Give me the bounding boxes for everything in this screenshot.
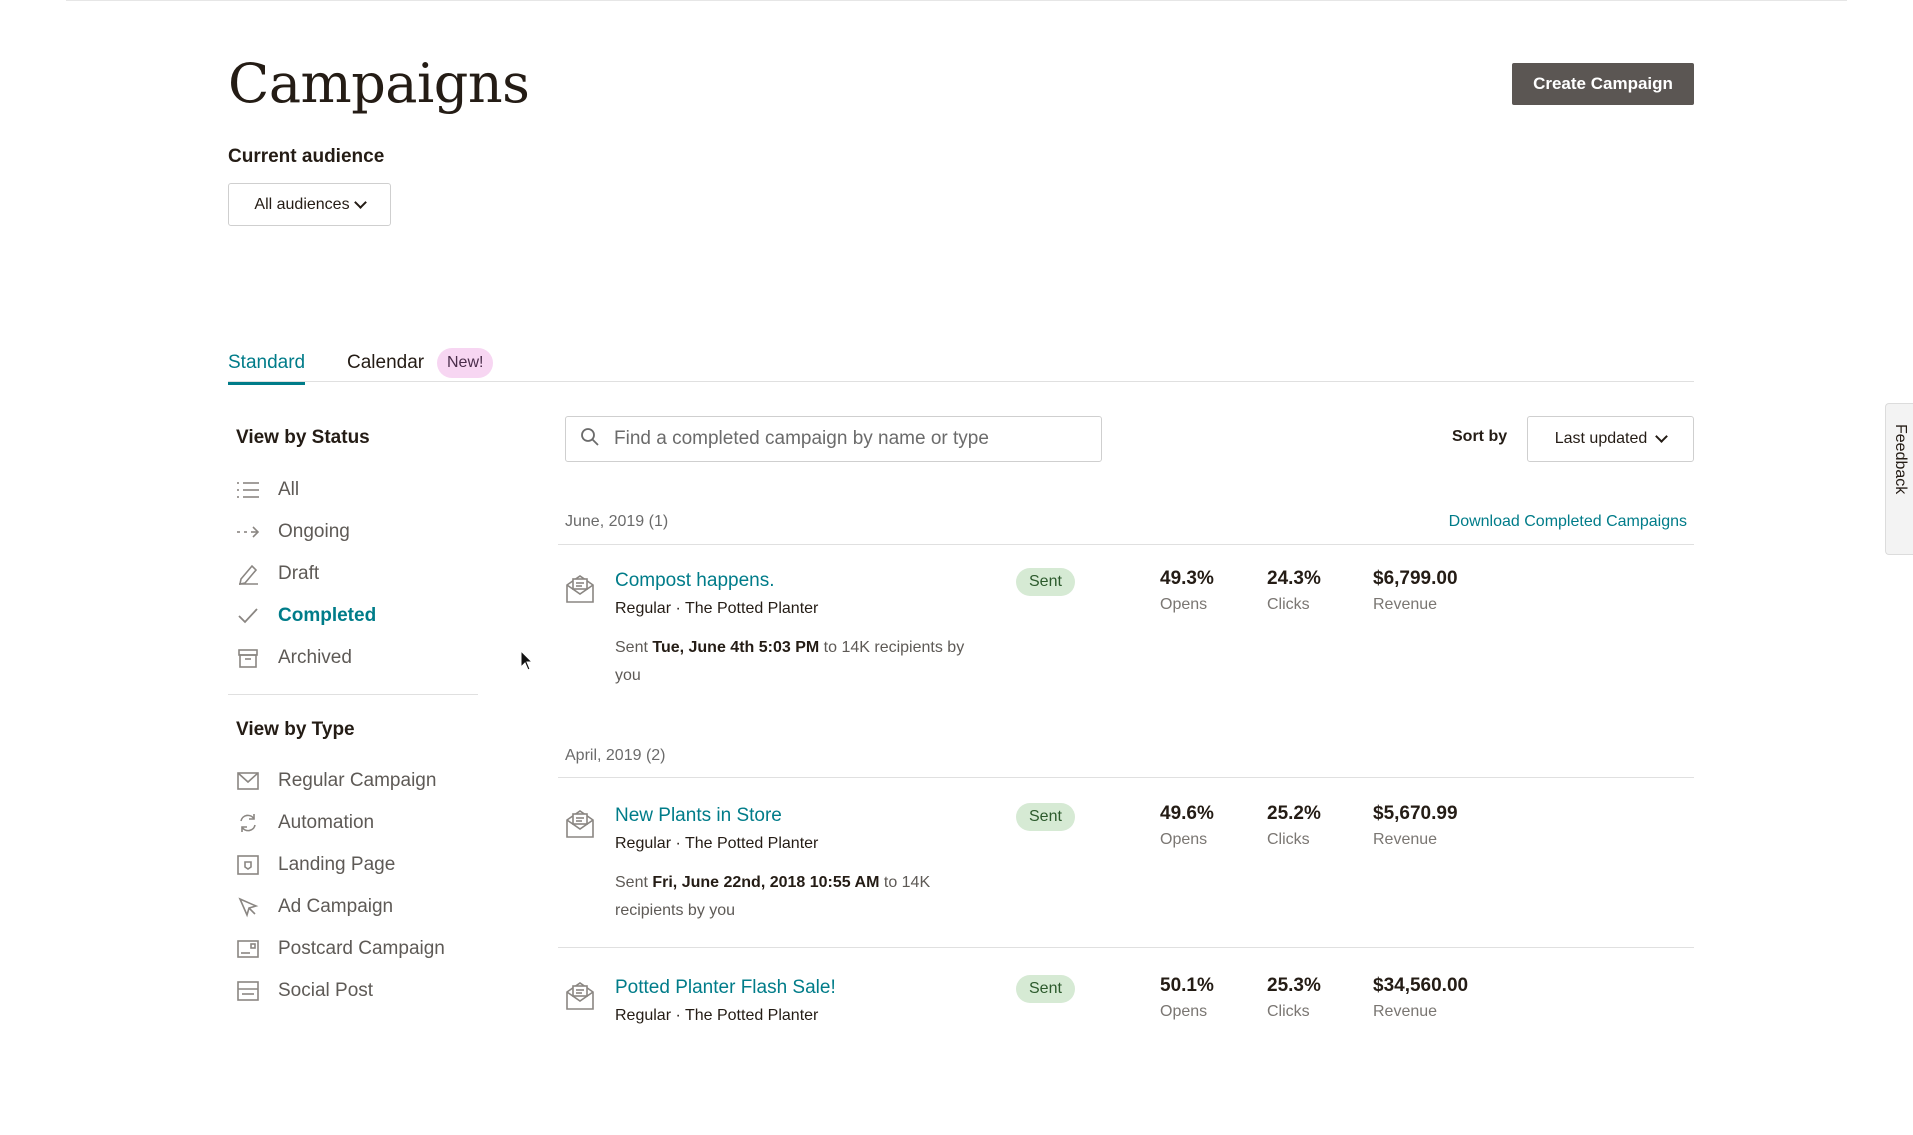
status-heading: View by Status: [236, 427, 370, 448]
campaign-name-link[interactable]: Compost happens.: [615, 570, 775, 592]
sidebar-item-label: Ongoing: [278, 521, 350, 542]
group-divider: [558, 544, 1694, 545]
search-box[interactable]: [565, 416, 1102, 462]
group-divider: [558, 777, 1694, 778]
revenue-stat: $34,560.00 Revenue: [1373, 975, 1469, 1020]
sidebar-item-ongoing[interactable]: Ongoing: [236, 517, 496, 547]
campaign-name-link[interactable]: Potted Planter Flash Sale!: [615, 977, 836, 999]
revenue-stat: $6,799.00 Revenue: [1373, 568, 1458, 613]
search-input[interactable]: [612, 427, 1076, 451]
status-badge: Sent: [1016, 803, 1075, 831]
clicks-stat: 25.3% Clicks: [1267, 975, 1321, 1020]
dashed-arrow-icon: [236, 520, 260, 544]
sidebar-item-archived[interactable]: Archived: [236, 643, 496, 673]
sidebar-item-label: Postcard Campaign: [278, 938, 445, 959]
sent-date: Tue, June 4th 5:03 PM: [652, 639, 820, 656]
campaign-row[interactable]: New Plants in Store Regular · The Potted…: [565, 803, 1694, 963]
clicks-stat: 24.3% Clicks: [1267, 568, 1321, 613]
feedback-tab[interactable]: Feedback: [1885, 403, 1913, 555]
sidebar-item-regular-campaign[interactable]: Regular Campaign: [236, 766, 496, 796]
email-campaign-icon: [566, 575, 594, 603]
sidebar-item-label: All: [278, 479, 300, 500]
sent-date: Fri, June 22nd, 2018 10:55 AM: [652, 874, 880, 891]
mouse-cursor-icon: [520, 650, 534, 671]
sidebar-item-completed[interactable]: Completed: [236, 601, 496, 631]
email-campaign-icon: [566, 982, 594, 1010]
pencil-icon: [236, 562, 260, 586]
social-post-icon: [236, 979, 260, 1003]
create-campaign-button[interactable]: Create Campaign: [1512, 63, 1694, 105]
cursor-arrow-icon: [236, 895, 260, 919]
check-icon: [236, 604, 260, 628]
sidebar-item-landing-page[interactable]: Landing Page: [236, 850, 496, 880]
revenue-stat: $5,670.99 Revenue: [1373, 803, 1458, 848]
top-divider: [66, 0, 1847, 1]
search-icon: [580, 427, 600, 452]
group-label: April, 2019 (2): [565, 747, 666, 764]
sidebar-item-label: Draft: [278, 563, 320, 584]
status-badge: Sent: [1016, 568, 1075, 596]
row-divider: [558, 947, 1694, 948]
opens-stat: 49.6% Opens: [1160, 803, 1214, 848]
sort-label: Sort by: [1452, 428, 1508, 445]
refresh-icon: [236, 811, 260, 835]
tabs-divider: [228, 381, 1694, 382]
sidebar-item-postcard-campaign[interactable]: Postcard Campaign: [236, 934, 496, 964]
postcard-icon: [236, 937, 260, 961]
new-badge: New!: [437, 348, 494, 378]
sidebar-item-label: Social Post: [278, 980, 374, 1001]
chevron-down-icon: [353, 195, 367, 209]
campaign-row[interactable]: Compost happens. Regular · The Potted Pl…: [565, 568, 1694, 728]
feedback-label: Feedback: [1892, 424, 1909, 495]
sidebar-item-ad-campaign[interactable]: Ad Campaign: [236, 892, 496, 922]
chevron-down-icon: [1655, 430, 1669, 443]
sidebar-item-all[interactable]: All: [236, 475, 496, 505]
sidebar-item-social-post[interactable]: Social Post: [236, 976, 496, 1006]
opens-stat: 49.3% Opens: [1160, 568, 1214, 613]
campaign-send-info: Sent Tue, June 4th 5:03 PM to 14K recipi…: [615, 639, 965, 684]
sidebar-item-label: Automation: [278, 812, 375, 833]
sidebar-divider: [228, 694, 478, 695]
type-heading: View by Type: [236, 719, 355, 740]
tab-standard[interactable]: Standard: [228, 352, 306, 385]
campaign-row[interactable]: Potted Planter Flash Sale! Regular · The…: [565, 975, 1694, 1135]
audience-select[interactable]: All audiences: [228, 183, 391, 226]
landing-page-icon: [236, 853, 260, 877]
sidebar-item-label: Regular Campaign: [278, 770, 437, 791]
group-label: June, 2019 (1): [565, 513, 669, 530]
audience-value: All audiences: [254, 195, 350, 213]
opens-stat: 50.1% Opens: [1160, 975, 1214, 1020]
sidebar-item-label: Landing Page: [278, 854, 396, 875]
sidebar-item-label: Archived: [278, 647, 352, 668]
campaign-send-info: Sent Fri, June 22nd, 2018 10:55 AM to 14…: [615, 874, 931, 919]
page-title: Campaigns: [228, 52, 530, 115]
clicks-stat: 25.2% Clicks: [1267, 803, 1321, 848]
list-icon: [236, 478, 260, 502]
campaign-meta: Regular · The Potted Planter: [615, 835, 819, 852]
email-campaign-icon: [566, 810, 594, 838]
download-completed-campaigns-link[interactable]: Download Completed Campaigns: [1449, 513, 1687, 531]
archive-icon: [236, 646, 260, 670]
sidebar-item-label: Completed: [278, 605, 377, 626]
envelope-icon: [236, 769, 260, 793]
tab-calendar[interactable]: Calendar: [347, 352, 424, 374]
campaign-meta: Regular · The Potted Planter: [615, 600, 819, 617]
sort-value: Last updated: [1554, 430, 1648, 447]
sort-select[interactable]: Last updated: [1527, 416, 1694, 462]
campaign-name-link[interactable]: New Plants in Store: [615, 805, 782, 827]
sidebar-item-draft[interactable]: Draft: [236, 559, 496, 589]
sidebar-item-label: Ad Campaign: [278, 896, 394, 917]
sidebar-item-automation[interactable]: Automation: [236, 808, 496, 838]
campaign-meta: Regular · The Potted Planter: [615, 1007, 819, 1024]
status-badge: Sent: [1016, 975, 1075, 1003]
audience-label: Current audience: [228, 146, 385, 167]
